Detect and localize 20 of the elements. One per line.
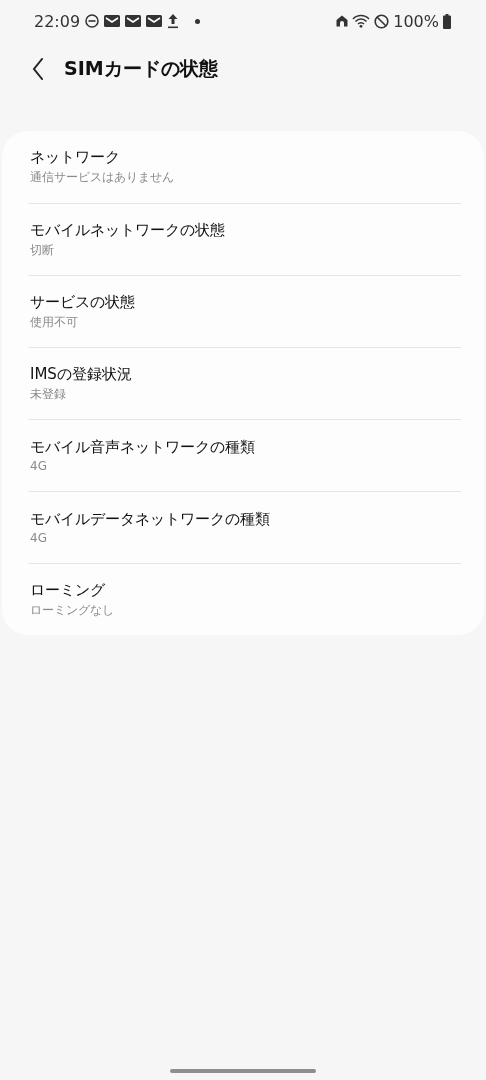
home-icon (336, 15, 349, 27)
dot-icon (195, 18, 201, 24)
wifi-icon (352, 14, 371, 28)
mail-icon (104, 14, 121, 28)
mail-icon (125, 14, 142, 28)
upload-icon (167, 13, 180, 29)
battery-percentage: 100% (393, 11, 439, 31)
settings-item[interactable]: サービスの状態 使用不可 (28, 275, 461, 347)
settings-item[interactable]: モバイルデータネットワークの種類 4G (28, 491, 461, 563)
page-title: SIMカードの状態 (64, 56, 218, 81)
settings-item[interactable]: ローミング ローミングなし (28, 563, 461, 635)
battery-icon (443, 13, 451, 29)
settings-item[interactable]: ネットワーク 通信サービスはありません (28, 131, 461, 203)
mail-icon (146, 14, 163, 28)
settings-item[interactable]: IMSの登録状況 未登録 (28, 347, 461, 419)
blocked-icon (374, 13, 390, 29)
settings-item[interactable]: モバイル音声ネットワークの種類 4G (28, 419, 461, 491)
status-time: 22:09 (34, 11, 81, 31)
settings-item[interactable]: モバイルネットワークの状態 切断 (28, 203, 461, 275)
do-not-disturb-icon (85, 14, 100, 28)
